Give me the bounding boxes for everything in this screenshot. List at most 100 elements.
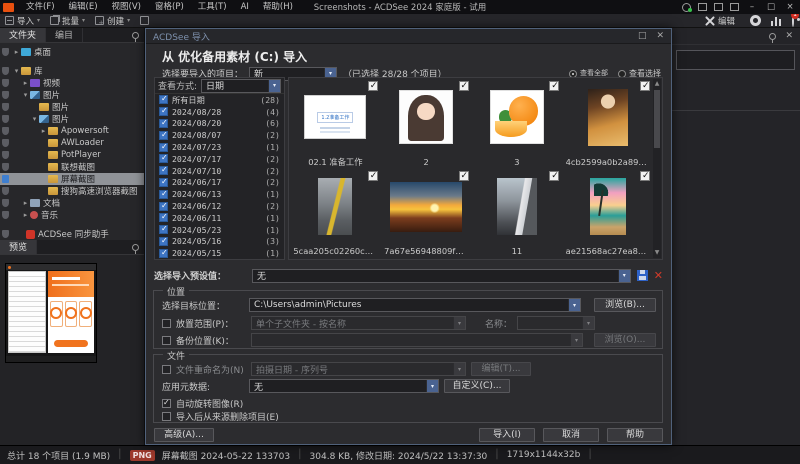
menu-ai[interactable]: AI [234,0,256,14]
scroll-up-icon[interactable]: ▲ [653,79,661,89]
date-row[interactable]: 2024/08/20(6) [155,118,284,130]
checkbox-checked-icon[interactable] [159,202,168,211]
cancel-dialog-button[interactable]: 取消 [543,428,599,442]
menu-file[interactable]: 文件(F) [19,0,62,14]
dashboard-icon[interactable] [771,16,782,26]
layout-view-icon[interactable] [714,3,723,11]
date-row[interactable]: 2024/07/10(2) [155,165,284,177]
scrollbar-thumb[interactable] [654,90,660,148]
target-location-dropdown[interactable]: C:\Users\admin\Pictures [249,298,581,312]
dropdown-arrow-icon[interactable] [426,380,438,392]
backup-dropdown[interactable] [251,333,583,347]
date-row[interactable]: 2024/07/17(2) [155,153,284,165]
checkbox-checked-icon[interactable] [159,237,168,246]
dropdown-arrow-icon[interactable] [268,80,280,92]
dialog-maximize-button[interactable]: □ [638,31,647,41]
checkbox-checked-icon[interactable] [159,190,168,199]
expand-icon[interactable] [21,199,30,207]
import-confirm-button[interactable]: 导入(I) [479,428,535,442]
date-row[interactable]: 2024/05/15(1) [155,247,284,259]
checkbox-checked-icon[interactable] [159,107,168,116]
placement-dropdown[interactable]: 单个子文件夹 - 按名称 [251,316,466,330]
tree-item-documents[interactable]: 文档 [0,197,144,209]
slideshow-button[interactable] [135,14,154,27]
delete-preset-icon[interactable]: ✕ [654,270,663,281]
date-row[interactable]: 2024/06/12(2) [155,200,284,212]
checkbox-checked-icon[interactable] [159,143,168,152]
dialog-titlebar[interactable]: ACDSee 导入 □ ✕ [146,29,671,44]
dialog-close-button[interactable]: ✕ [656,31,664,41]
browse-backup-button[interactable]: 浏览(O)... [594,333,656,347]
tree-item-potplayer[interactable]: PotPlayer [0,149,144,161]
menu-help[interactable]: 帮助(H) [256,0,300,14]
thumbnail-item[interactable]: 7a67e56948809fd013... [381,169,472,259]
preview-image[interactable] [5,263,97,363]
thumbnail-item[interactable]: 5caa205c02260c90d5... [290,169,381,259]
menu-tools[interactable]: 工具(T) [191,0,234,14]
collapse-icon[interactable] [30,115,39,123]
dropdown-arrow-icon[interactable] [568,299,580,311]
save-preset-icon[interactable] [637,270,648,281]
batch-button[interactable]: 批量 ▾ [45,14,90,27]
close-pane-icon[interactable]: ✕ [785,31,793,41]
menu-view[interactable]: 视图(V) [105,0,148,14]
checkbox-unchecked-icon[interactable] [162,319,171,328]
tree-item-pictures-sub[interactable]: 图片 [0,101,144,113]
rename-dropdown[interactable]: 拍摄日期 - 序列号 [251,362,466,376]
expand-icon[interactable] [21,211,30,219]
expand-icon[interactable] [12,48,21,56]
dropdown-arrow-icon[interactable] [618,270,630,282]
thumbnail-item[interactable]: 4cb2599a0b2a89e823... [562,79,653,169]
tree-item-lenovo-shots[interactable]: 联想截图 [0,161,144,173]
date-row[interactable]: 2024/08/07(2) [155,129,284,141]
thumbnail-item[interactable]: 11 [472,169,563,259]
checkbox-checked-icon[interactable] [159,131,168,140]
minimize-button[interactable] [746,0,758,14]
tree-item-pictures[interactable]: 图片 [0,89,144,101]
browse-target-button[interactable]: 浏览(B)... [594,298,656,312]
layout-edit-icon[interactable] [730,3,739,11]
tree-item-sync-assistant[interactable]: ACDSee 同步助手 [0,228,144,240]
tab-catalog[interactable]: 编目 [46,28,83,42]
date-row[interactable]: 2024/05/23(1) [155,224,284,236]
import-button[interactable]: 导入 ▾ [0,14,45,27]
preset-dropdown[interactable]: 无 [252,269,631,283]
checkbox-checked-icon[interactable] [640,81,650,91]
user-account-icon[interactable] [682,3,691,12]
media-mode-icon[interactable] [750,15,761,26]
checkbox-checked-icon[interactable] [159,154,168,163]
tree-item-library[interactable]: 库 [0,65,144,77]
close-button[interactable] [784,0,796,14]
menu-pane[interactable]: 窗格(P) [148,0,191,14]
checkbox-checked-icon[interactable] [162,399,171,408]
tree-item-desktop[interactable]: 桌面 [0,46,144,58]
pin-icon[interactable] [769,33,776,40]
tree-item-pictures-sub2[interactable]: 图片 [0,113,144,125]
thumbnail-item[interactable]: ae21568ac27ea8ea1e... [562,169,653,259]
advanced-button[interactable]: 高级(A)... [154,428,214,442]
thumbnail-item[interactable]: 2 [381,79,472,169]
date-row[interactable]: 2024/08/28(4) [155,106,284,118]
checkbox-checked-icon[interactable] [159,249,168,258]
grid-scrollbar[interactable]: ▲ ▼ [653,79,661,258]
name-dropdown[interactable] [517,316,595,330]
checkbox-checked-icon[interactable] [459,81,469,91]
checkbox-unchecked-icon[interactable] [162,336,171,345]
checkbox-unchecked-icon[interactable] [162,412,171,421]
date-row[interactable]: 2024/07/23(1) [155,141,284,153]
create-button[interactable]: 创建 ▾ [90,14,135,27]
checkbox-checked-icon[interactable] [159,213,168,222]
menu-edit[interactable]: 编辑(E) [62,0,105,14]
date-row[interactable]: 2024/05/16(3) [155,236,284,248]
collapse-icon[interactable] [12,67,21,75]
pin-icon[interactable] [132,244,139,251]
pane-search-input[interactable] [676,50,795,70]
checkbox-checked-icon[interactable] [640,171,650,181]
expand-icon[interactable] [39,127,48,135]
checkbox-checked-icon[interactable] [159,178,168,187]
tree-item-apowersoft[interactable]: Apowersoft [0,125,144,137]
checkbox-checked-icon[interactable] [549,81,559,91]
checkbox-checked-icon[interactable] [368,171,378,181]
checkbox-checked-icon[interactable] [368,81,378,91]
view-mode-dropdown[interactable]: 日期 [201,79,281,93]
